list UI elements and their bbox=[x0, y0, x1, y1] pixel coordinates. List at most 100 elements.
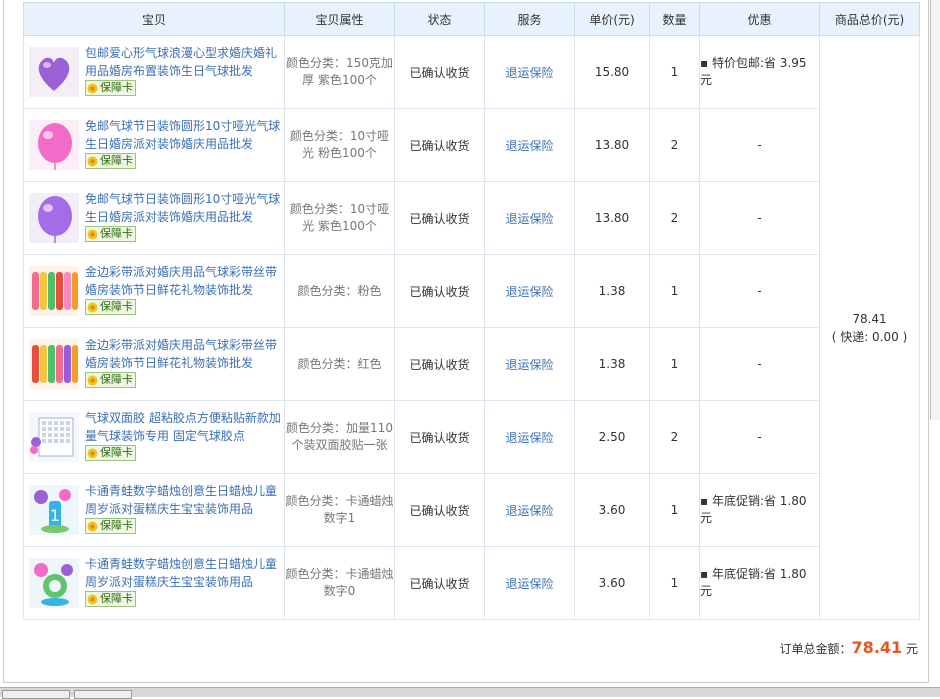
product-thumbnail-ribbon-red[interactable] bbox=[29, 339, 79, 389]
flower-icon bbox=[86, 374, 99, 387]
item-cell: 免邮气球节日装饰圆形10寸哑光气球生日婚房派对装饰婚庆用品批发 保障卡 bbox=[23, 108, 285, 182]
return-insurance-link[interactable]: 退运保险 bbox=[505, 431, 553, 445]
product-title-link[interactable]: 卡通青蛙数字蜡烛创意生日蜡烛儿童周岁派对蛋糕庆生宝宝装饰用品 bbox=[85, 484, 277, 516]
promo-cell: - bbox=[699, 400, 820, 474]
service-cell: 退运保险 bbox=[484, 473, 575, 547]
attr-cell: 颜色分类：10寸哑光 粉色100个 bbox=[284, 108, 395, 182]
product-thumbnail-pink-balloon[interactable] bbox=[29, 120, 79, 170]
table-row: 1 卡通青蛙数字蜡烛创意生日蜡烛儿童周岁派对蛋糕庆生宝宝装饰用品 保障卡 颜色分… bbox=[23, 473, 920, 547]
attr-cell: 颜色分类：加量110个装双面胶贴一张 bbox=[284, 400, 395, 474]
product-title-link[interactable]: 免邮气球节日装饰圆形10寸哑光气球生日婚房派对装饰婚庆用品批发 bbox=[85, 192, 280, 224]
return-insurance-link[interactable]: 退运保险 bbox=[505, 66, 553, 80]
return-insurance-link[interactable]: 退运保险 bbox=[505, 139, 553, 153]
adjacent-panel-edge bbox=[930, 0, 940, 420]
promo-cell: ▪ 特价包邮:省 3.95 元 bbox=[699, 35, 820, 109]
product-title-link[interactable]: 包邮爱心形气球浪漫心型求婚庆婚礼用品婚房布置装饰生日气球批发 bbox=[85, 46, 277, 78]
price-cell: 3.60 bbox=[574, 473, 650, 547]
product-thumbnail-frog-candle-0[interactable] bbox=[29, 558, 79, 608]
return-insurance-link[interactable]: 退运保险 bbox=[505, 577, 553, 591]
header-qty: 数量 bbox=[649, 2, 700, 36]
bullet-icon: ▪ bbox=[700, 494, 712, 508]
return-insurance-link[interactable]: 退运保险 bbox=[505, 358, 553, 372]
promo-cell: - bbox=[699, 254, 820, 328]
service-cell: 退运保险 bbox=[484, 327, 575, 401]
status-cell: 已确认收货 bbox=[394, 254, 485, 328]
order-total-summary: 订单总金额：78.41 元 bbox=[780, 638, 918, 657]
guarantee-card-badge[interactable]: 保障卡 bbox=[85, 226, 136, 243]
guarantee-card-label: 保障卡 bbox=[100, 592, 133, 606]
table-row: 包邮爱心形气球浪漫心型求婚庆婚礼用品婚房布置装饰生日气球批发 保障卡 颜色分类：… bbox=[23, 35, 920, 620]
service-cell: 退运保险 bbox=[484, 108, 575, 182]
guarantee-card-badge[interactable]: 保障卡 bbox=[85, 80, 136, 97]
product-thumbnail-glue-dots[interactable] bbox=[29, 412, 79, 462]
guarantee-card-label: 保障卡 bbox=[100, 300, 133, 314]
status-cell: 已确认收货 bbox=[394, 400, 485, 474]
promo-cell: - bbox=[699, 181, 820, 255]
status-cell: 已确认收货 bbox=[394, 473, 485, 547]
product-thumbnail-purple-balloon[interactable] bbox=[29, 193, 79, 243]
product-thumbnail-ribbon-pink[interactable] bbox=[29, 266, 79, 316]
promo-text: 年底促销:省 1.80 元 bbox=[700, 494, 807, 525]
price-cell: 1.38 bbox=[574, 254, 650, 328]
service-cell: 退运保险 bbox=[484, 254, 575, 328]
item-cell: 包邮爱心形气球浪漫心型求婚庆婚礼用品婚房布置装饰生日气球批发 保障卡 bbox=[23, 35, 285, 109]
product-title-link[interactable]: 卡通青蛙数字蜡烛创意生日蜡烛儿童周岁派对蛋糕庆生宝宝装饰用品 bbox=[85, 557, 277, 589]
order-total-unit: 元 bbox=[905, 642, 918, 656]
item-cell: 金边彩带派对婚庆用品气球彩带丝带婚房装饰节日鲜花礼物装饰批发 保障卡 bbox=[23, 327, 285, 401]
order-total-amount: 78.41 bbox=[851, 638, 903, 657]
header-service: 服务 bbox=[484, 2, 575, 36]
table-row: 免邮气球节日装饰圆形10寸哑光气球生日婚房派对装饰婚庆用品批发 保障卡 颜色分类… bbox=[23, 181, 920, 255]
service-cell: 退运保险 bbox=[484, 181, 575, 255]
taskbar-tab[interactable] bbox=[2, 690, 70, 699]
item-cell: 金边彩带派对婚庆用品气球彩带丝带婚房装饰节日鲜花礼物装饰批发 保障卡 bbox=[23, 254, 285, 328]
guarantee-card-badge[interactable]: 保障卡 bbox=[85, 153, 136, 170]
product-title-link[interactable]: 免邮气球节日装饰圆形10寸哑光气球生日婚房派对装饰婚庆用品批发 bbox=[85, 119, 280, 151]
guarantee-card-badge[interactable]: 保障卡 bbox=[85, 299, 136, 316]
product-thumbnail-purple-heart-balloon[interactable] bbox=[29, 47, 79, 97]
guarantee-card-label: 保障卡 bbox=[100, 519, 133, 533]
guarantee-card-badge[interactable]: 保障卡 bbox=[85, 591, 136, 608]
taskbar-tab[interactable] bbox=[74, 690, 132, 699]
flower-icon bbox=[86, 520, 99, 533]
price-cell: 15.80 bbox=[574, 35, 650, 109]
flower-icon bbox=[86, 447, 99, 460]
product-thumbnail-frog-candle-1[interactable]: 1 bbox=[29, 485, 79, 535]
flower-icon bbox=[86, 82, 99, 95]
return-insurance-link[interactable]: 退运保险 bbox=[505, 212, 553, 226]
attr-cell: 颜色分类：卡通蜡烛数字1 bbox=[284, 473, 395, 547]
attr-cell: 颜色分类：红色 bbox=[284, 327, 395, 401]
bullet-icon: ▪ bbox=[700, 567, 712, 581]
guarantee-card-label: 保障卡 bbox=[100, 81, 133, 95]
return-insurance-link[interactable]: 退运保险 bbox=[505, 285, 553, 299]
status-cell: 已确认收货 bbox=[394, 108, 485, 182]
item-cell: 免邮气球节日装饰圆形10寸哑光气球生日婚房派对装饰婚庆用品批发 保障卡 bbox=[23, 181, 285, 255]
header-item: 宝贝 bbox=[23, 2, 285, 36]
flower-icon bbox=[86, 593, 99, 606]
attr-cell: 颜色分类：10寸哑光 紫色100个 bbox=[284, 181, 395, 255]
guarantee-card-badge[interactable]: 保障卡 bbox=[85, 518, 136, 535]
price-cell: 2.50 bbox=[574, 400, 650, 474]
table-row: 卡通青蛙数字蜡烛创意生日蜡烛儿童周岁派对蛋糕庆生宝宝装饰用品 保障卡 颜色分类：… bbox=[23, 546, 920, 620]
qty-cell: 1 bbox=[649, 327, 700, 401]
qty-cell: 1 bbox=[649, 35, 700, 109]
service-cell: 退运保险 bbox=[484, 400, 575, 474]
guarantee-card-label: 保障卡 bbox=[100, 446, 133, 460]
guarantee-card-badge[interactable]: 保障卡 bbox=[85, 372, 136, 389]
return-insurance-link[interactable]: 退运保险 bbox=[505, 504, 553, 518]
service-cell: 退运保险 bbox=[484, 546, 575, 620]
header-total: 商品总价(元) bbox=[819, 2, 920, 36]
product-title-link[interactable]: 金边彩带派对婚庆用品气球彩带丝带婚房装饰节日鲜花礼物装饰批发 bbox=[85, 265, 277, 297]
header-promo: 优惠 bbox=[699, 2, 820, 36]
price-cell: 1.38 bbox=[574, 327, 650, 401]
promo-cell: ▪ 年底促销:省 1.80 元 bbox=[699, 473, 820, 547]
table-header-row: 宝贝 宝贝属性 状态 服务 单价(元) 数量 优惠 商品总价(元) bbox=[23, 2, 920, 36]
header-price: 单价(元) bbox=[574, 2, 650, 36]
qty-cell: 1 bbox=[649, 546, 700, 620]
guarantee-card-label: 保障卡 bbox=[100, 227, 133, 241]
flower-icon bbox=[86, 301, 99, 314]
guarantee-card-badge[interactable]: 保障卡 bbox=[85, 445, 136, 462]
product-title-link[interactable]: 金边彩带派对婚庆用品气球彩带丝带婚房装饰节日鲜花礼物装饰批发 bbox=[85, 338, 277, 370]
price-cell: 13.80 bbox=[574, 181, 650, 255]
product-title-link[interactable]: 气球双面胶 超粘胶点方便粘贴新款加量气球装饰专用 固定气球胶点 bbox=[85, 411, 281, 443]
promo-cell: ▪ 年底促销:省 1.80 元 bbox=[699, 546, 820, 620]
